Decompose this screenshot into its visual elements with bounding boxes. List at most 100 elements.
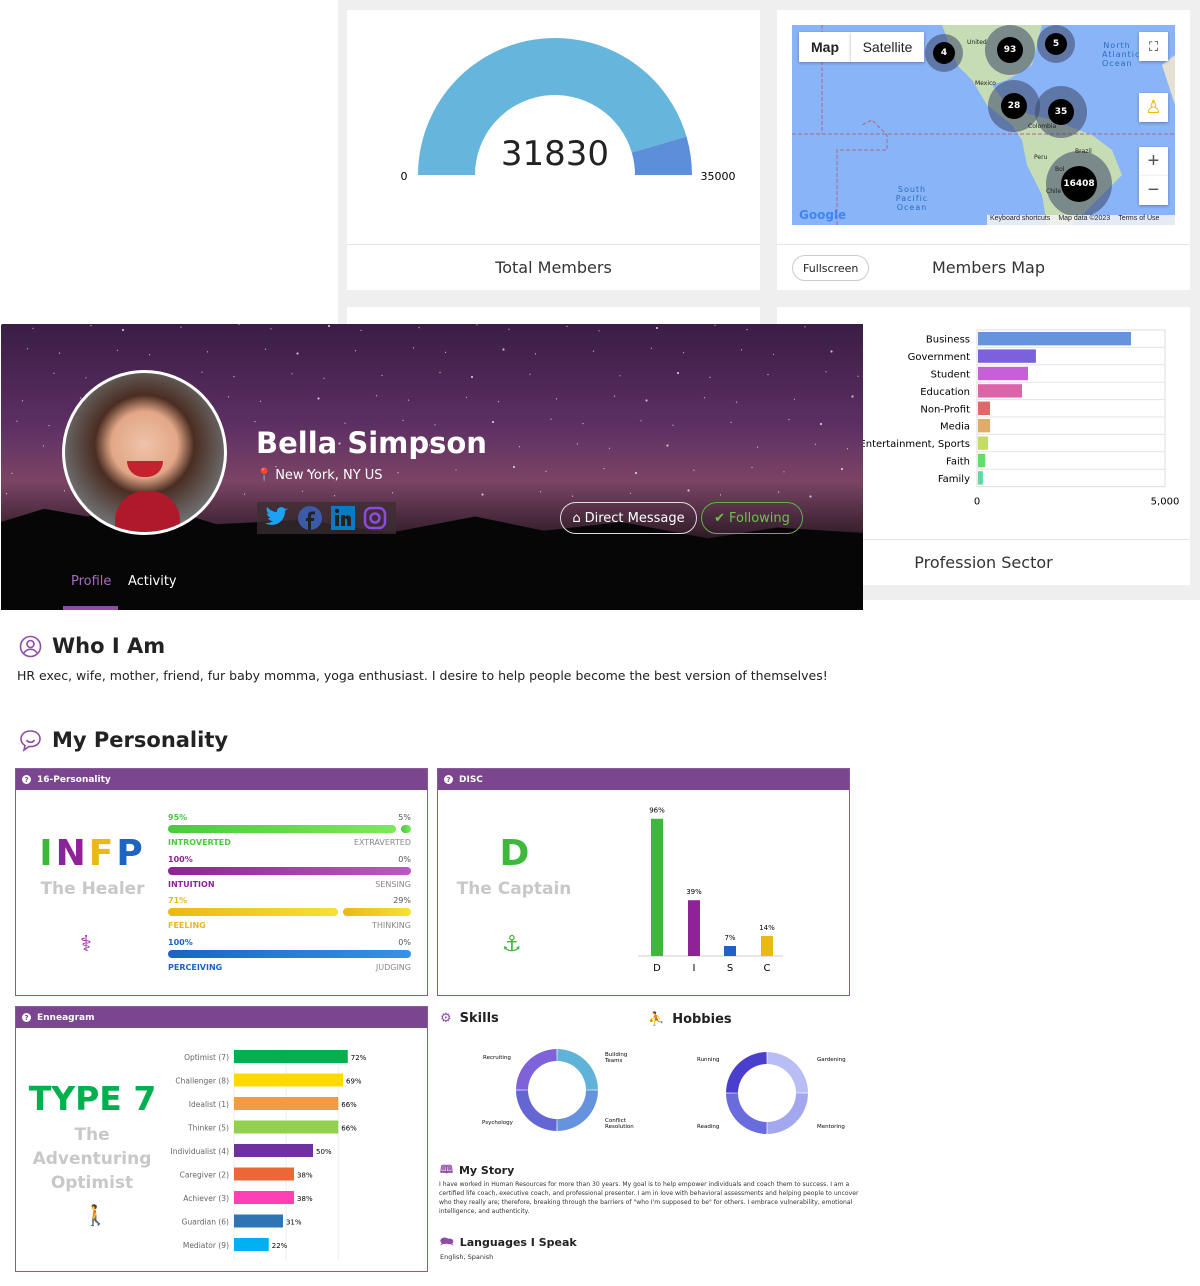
star bbox=[809, 495, 812, 498]
star bbox=[830, 350, 833, 353]
bar-label: e, Entertainment, Sports bbox=[847, 439, 970, 450]
instagram-icon[interactable] bbox=[363, 506, 387, 530]
bar-label: Business bbox=[926, 335, 970, 346]
star bbox=[227, 396, 230, 398]
slice-label: Reading bbox=[697, 1124, 719, 1130]
star bbox=[481, 493, 484, 496]
help-icon[interactable]: ? bbox=[22, 775, 31, 784]
bar-label: Individualist (4) bbox=[171, 1147, 230, 1156]
pegman-icon[interactable]: ♙ bbox=[1139, 93, 1168, 122]
bar bbox=[234, 1191, 295, 1204]
terms-link[interactable]: Terms of Use bbox=[1118, 215, 1159, 225]
star bbox=[512, 465, 516, 469]
fullscreen-icon[interactable]: ⛶ bbox=[1139, 32, 1168, 61]
map-type-satellite-tab[interactable]: Satellite bbox=[851, 32, 924, 62]
facebook-icon[interactable] bbox=[297, 505, 323, 531]
data-label: 50% bbox=[316, 1148, 332, 1156]
star bbox=[21, 400, 24, 402]
x-tick: 5,000 bbox=[1151, 497, 1180, 508]
keyboard-shortcuts-link[interactable]: Keyboard shortcuts bbox=[990, 215, 1050, 225]
star bbox=[243, 493, 246, 495]
star bbox=[455, 469, 457, 471]
star bbox=[619, 375, 621, 377]
bar-label: Caregiver (2) bbox=[180, 1171, 229, 1180]
map-type-map-tab[interactable]: Map bbox=[799, 32, 851, 62]
star bbox=[629, 492, 632, 494]
star bbox=[693, 469, 695, 471]
bar-label: Optimist (7) bbox=[184, 1053, 229, 1062]
bar-label: Challenger (8) bbox=[175, 1077, 229, 1086]
bar bbox=[724, 945, 736, 956]
profile-location: New York, NY US bbox=[275, 468, 383, 483]
data-label: 39% bbox=[686, 888, 702, 896]
google-logo: Google bbox=[799, 208, 847, 222]
my-story-text: I have worked in Human Resources for mor… bbox=[439, 1181, 859, 1215]
trait-right-label: SENSING bbox=[375, 879, 411, 889]
star bbox=[53, 372, 55, 374]
check-circle-icon: ✔ bbox=[714, 510, 725, 526]
star bbox=[772, 353, 775, 355]
star bbox=[201, 371, 203, 373]
bar-label: Mediator (9) bbox=[183, 1241, 229, 1250]
star bbox=[344, 422, 346, 424]
following-button[interactable]: ✔ Following bbox=[701, 502, 803, 534]
twitter-icon[interactable] bbox=[263, 507, 289, 529]
star bbox=[11, 472, 13, 474]
star bbox=[270, 328, 272, 330]
star bbox=[840, 467, 844, 471]
star bbox=[206, 351, 209, 353]
x-label: D bbox=[653, 963, 661, 974]
bar bbox=[234, 1238, 269, 1251]
slice-label: Gardening bbox=[817, 1057, 846, 1063]
linkedin-icon[interactable] bbox=[331, 506, 355, 530]
map-cluster[interactable]: 4 bbox=[925, 34, 963, 72]
star bbox=[751, 466, 753, 468]
fullscreen-button[interactable]: Fullscreen bbox=[792, 255, 870, 281]
star bbox=[16, 420, 18, 422]
who-i-am-text: HR exec, wife, mother, friend, fur baby … bbox=[17, 668, 828, 683]
star bbox=[783, 471, 785, 473]
type-letter: P bbox=[116, 833, 146, 874]
star bbox=[470, 375, 474, 379]
star bbox=[85, 377, 87, 379]
gauge-chart: 31830 0 35000 bbox=[401, 38, 736, 183]
trait-right-label: EXTRAVERTED bbox=[353, 838, 411, 847]
user-circle-icon bbox=[19, 635, 42, 657]
personality-subtitle: The Healer bbox=[40, 879, 145, 899]
star bbox=[825, 371, 827, 373]
enneagram-chart: Optimist (7) 72% Challenger (8) 69% Idealist… bbox=[171, 1049, 367, 1261]
map-cluster[interactable]: 16408 bbox=[1046, 151, 1112, 217]
map-cluster[interactable]: 5 bbox=[1037, 25, 1075, 63]
data-label: 96% bbox=[649, 807, 665, 815]
map-cluster[interactable]: 35 bbox=[1035, 86, 1087, 138]
data-label: 31% bbox=[286, 1219, 302, 1227]
star bbox=[634, 471, 638, 475]
bar bbox=[978, 401, 991, 415]
bar-label: Government bbox=[908, 352, 970, 363]
tab-activity[interactable]: Activity bbox=[128, 574, 177, 589]
star bbox=[381, 374, 383, 376]
star bbox=[682, 352, 685, 354]
star bbox=[746, 329, 748, 331]
map-label: South Pacific Ocean bbox=[895, 185, 929, 212]
type-letter: F bbox=[88, 833, 117, 874]
bar-label: Education bbox=[920, 387, 970, 398]
map-label: North Atlantic Ocean bbox=[1102, 41, 1141, 68]
direct-message-button[interactable]: ⌂ Direct Message bbox=[560, 502, 697, 534]
star bbox=[491, 420, 495, 424]
donut-slice bbox=[557, 1049, 598, 1090]
trait-bar-left bbox=[168, 825, 396, 833]
zoom-in-button[interactable]: + bbox=[1139, 147, 1168, 176]
star bbox=[397, 472, 399, 474]
zoom-out-button[interactable]: − bbox=[1139, 176, 1168, 205]
map-cluster[interactable]: 93 bbox=[985, 25, 1035, 75]
bar-label: Idealist (1) bbox=[189, 1100, 229, 1109]
star bbox=[296, 352, 299, 355]
map-view[interactable]: Map Satellite ⛶ ♙ + − 4 93 5 28 35 16408… bbox=[792, 25, 1175, 225]
bar bbox=[978, 366, 1029, 381]
bar bbox=[688, 900, 700, 956]
tab-profile[interactable]: Profile bbox=[71, 574, 111, 589]
bar bbox=[234, 1167, 295, 1181]
star bbox=[148, 354, 151, 356]
star bbox=[333, 495, 336, 497]
